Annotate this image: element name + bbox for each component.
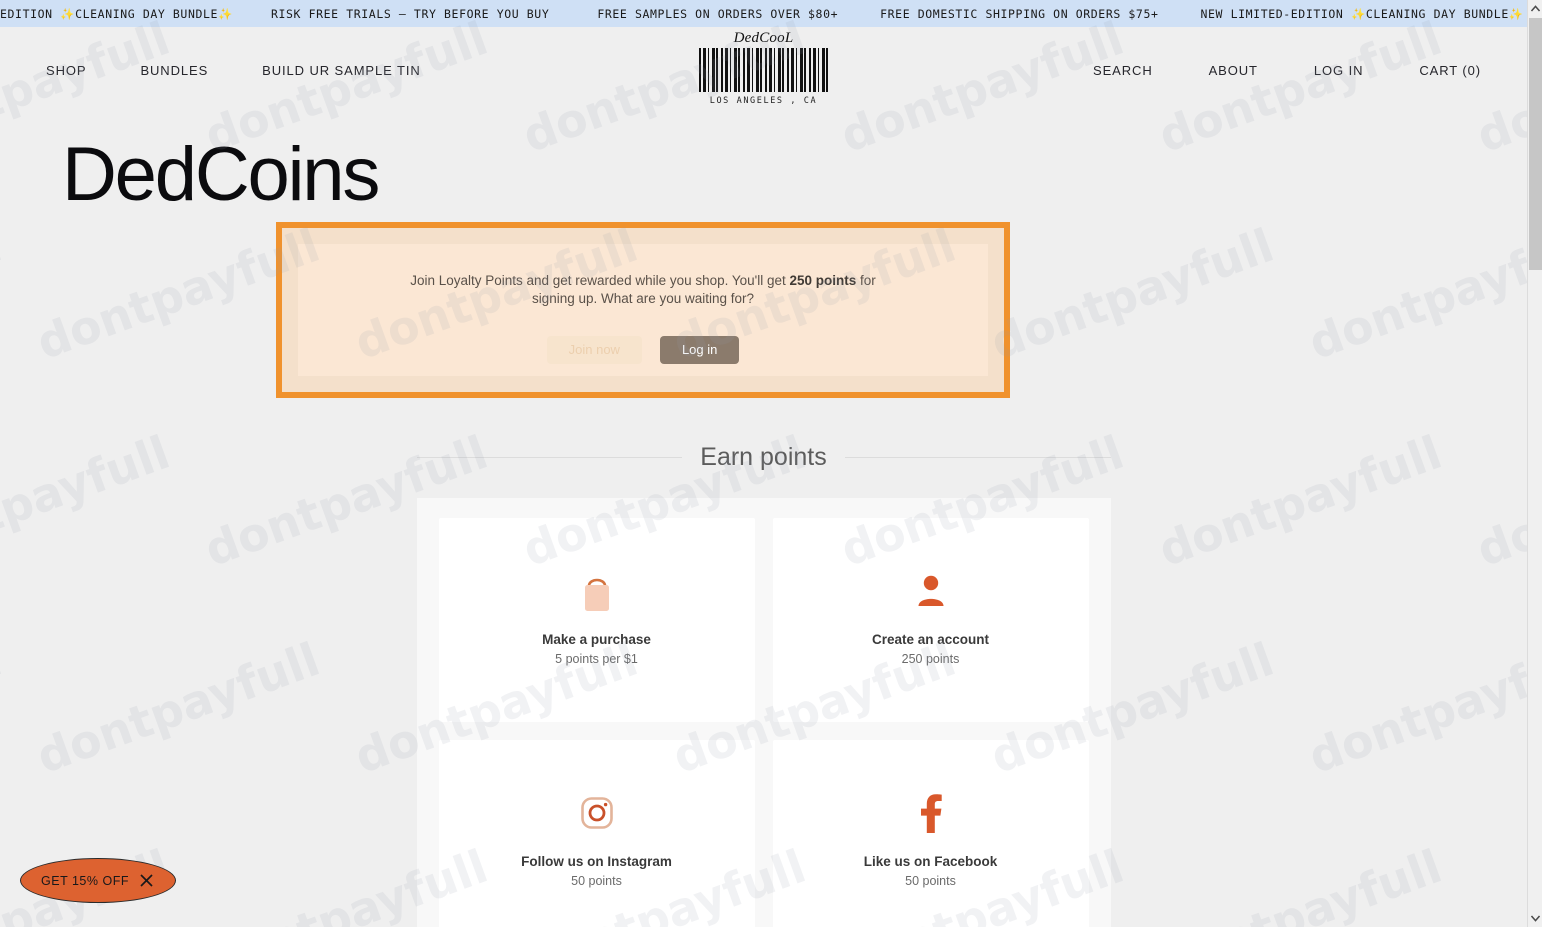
nav-link-shop[interactable]: SHOP bbox=[46, 63, 86, 78]
earn-points-heading: Earn points bbox=[700, 443, 827, 471]
divider-right bbox=[844, 457, 1111, 458]
scrollbar-thumb[interactable] bbox=[1529, 18, 1542, 270]
instagram-icon bbox=[579, 792, 615, 834]
earn-card-title: Like us on Facebook bbox=[863, 854, 998, 869]
loyalty-signup-box: Join Loyalty Points and get rewarded whi… bbox=[276, 222, 1010, 398]
announcement-item: FREE SAMPLES ON ORDERS OVER $80+ bbox=[597, 6, 839, 21]
close-icon[interactable] bbox=[139, 873, 155, 889]
earn-card-subtitle: 50 points bbox=[905, 874, 956, 888]
scroll-up-arrow-icon[interactable] bbox=[1528, 0, 1542, 17]
earn-card-subtitle: 5 points per $1 bbox=[555, 652, 638, 666]
earn-card-like-us-on-facebook[interactable]: Like us on Facebook 50 points bbox=[772, 740, 1089, 927]
earn-card-make-a-purchase[interactable]: Make a purchase 5 points per $1 bbox=[438, 518, 755, 722]
nav-link-about[interactable]: ABOUT bbox=[1209, 63, 1258, 78]
scroll-down-arrow-icon[interactable] bbox=[1528, 910, 1542, 927]
coupon-label: GET 15% OFF bbox=[41, 873, 129, 888]
facebook-icon bbox=[917, 792, 945, 834]
earn-card-title: Create an account bbox=[871, 632, 990, 647]
loyalty-actions: Join now Log in bbox=[546, 335, 740, 364]
nav-link-build-ur-sample-tin[interactable]: BUILD UR SAMPLE TIN bbox=[262, 63, 420, 78]
loyalty-description: Join Loyalty Points and get rewarded whi… bbox=[408, 272, 878, 308]
shopping-bag-icon bbox=[577, 570, 617, 612]
announcement-bar: EDITION ✨CLEANING DAY BUNDLE✨ RISK FREE … bbox=[0, 0, 1527, 27]
coupon-promo-pill[interactable]: GET 15% OFF bbox=[20, 858, 176, 903]
primary-navigation: SHOP BUNDLES BUILD UR SAMPLE TIN bbox=[46, 63, 475, 78]
page-title: DedCoins bbox=[62, 132, 380, 217]
logo-wordmark: DedCooL bbox=[733, 30, 794, 46]
earn-points-grid: Make a purchase 5 points per $1 Create a… bbox=[438, 518, 1089, 927]
announcement-item: NEW LIMITED-EDITION ✨CLEANING DAY BUNDLE… bbox=[1200, 6, 1524, 21]
earn-points-section: Earn points Make a purchase 5 points per… bbox=[0, 443, 1527, 927]
nav-link-search[interactable]: SEARCH bbox=[1093, 63, 1153, 78]
join-now-button[interactable]: Join now bbox=[546, 335, 642, 364]
loyalty-text-lead: Join Loyalty Points and get rewarded whi… bbox=[410, 273, 790, 288]
announcement-item: RISK FREE TRIALS — TRY BEFORE YOU BUY bbox=[270, 6, 550, 21]
log-in-button[interactable]: Log in bbox=[659, 335, 740, 364]
person-icon bbox=[914, 570, 948, 612]
earn-points-panel: Make a purchase 5 points per $1 Create a… bbox=[416, 498, 1111, 927]
nav-link-cart[interactable]: CART (0) bbox=[1419, 63, 1481, 78]
earn-card-title: Follow us on Instagram bbox=[521, 854, 672, 869]
site-logo[interactable]: DedCooL LOS ANGELES , CA bbox=[664, 31, 864, 106]
earn-card-subtitle: 50 points bbox=[571, 874, 622, 888]
utility-navigation: SEARCH ABOUT LOG IN CART (0) bbox=[1037, 63, 1481, 78]
loyalty-points-highlight: 250 points bbox=[789, 273, 857, 288]
nav-link-bundles[interactable]: BUNDLES bbox=[140, 63, 208, 78]
announcement-item: EDITION ✨CLEANING DAY BUNDLE✨ bbox=[0, 6, 233, 21]
earn-card-create-an-account[interactable]: Create an account 250 points bbox=[772, 518, 1089, 722]
barcode-icon bbox=[698, 48, 829, 92]
announcement-item: FREE DOMESTIC SHIPPING ON ORDERS $75+ bbox=[880, 6, 1159, 21]
loyalty-inner-panel: Join Loyalty Points and get rewarded whi… bbox=[298, 244, 988, 376]
earn-card-follow-us-on-instagram[interactable]: Follow us on Instagram 50 points bbox=[438, 740, 755, 927]
nav-link-log-in[interactable]: LOG IN bbox=[1314, 63, 1363, 78]
page-scrollbar[interactable] bbox=[1527, 0, 1542, 927]
site-header: SHOP BUNDLES BUILD UR SAMPLE TIN DedCooL… bbox=[0, 27, 1527, 113]
divider-left bbox=[416, 457, 683, 458]
earn-points-heading-row: Earn points bbox=[416, 443, 1111, 472]
logo-city-label: LOS ANGELES , CA bbox=[709, 96, 818, 106]
earn-card-subtitle: 250 points bbox=[901, 652, 960, 666]
page-viewport: EDITION ✨CLEANING DAY BUNDLE✨ RISK FREE … bbox=[0, 0, 1527, 927]
earn-card-title: Make a purchase bbox=[542, 632, 651, 647]
